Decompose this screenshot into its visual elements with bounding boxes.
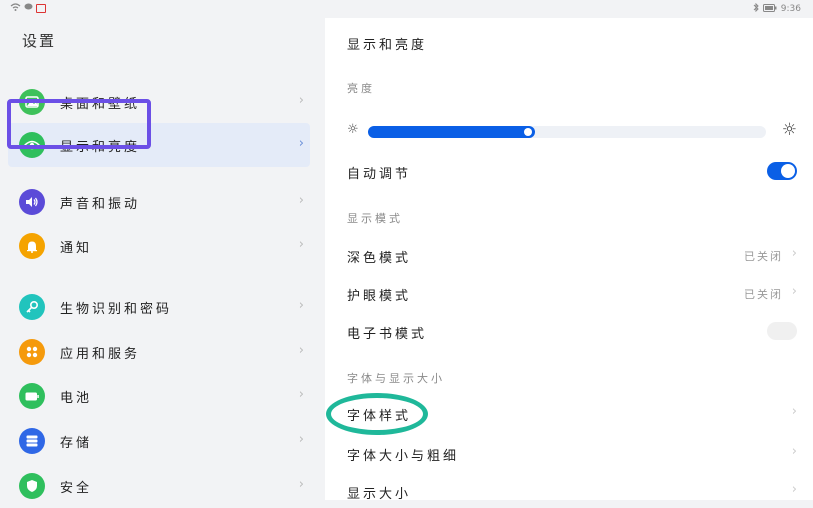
ebook-mode-toggle[interactable] — [767, 322, 797, 340]
sidebar-item-label: 存储 — [60, 436, 93, 451]
auto-adjust-label: 自动调节 — [347, 167, 412, 182]
battery-icon — [19, 383, 45, 409]
section-header-font: 字体与显示大小 — [347, 372, 445, 385]
shield-icon — [19, 473, 45, 499]
eye-comfort-status: 已关闭 — [744, 288, 783, 301]
chevron-right-icon: › — [298, 136, 304, 151]
storage-icon — [19, 428, 45, 454]
chevron-right-icon: › — [298, 477, 304, 492]
dark-mode-status: 已关闭 — [744, 250, 783, 263]
sidebar-item-label: 电池 — [60, 391, 93, 406]
chevron-right-icon: › — [791, 404, 797, 419]
chevron-right-icon: › — [298, 298, 304, 313]
font-size-label: 字体大小与粗细 — [347, 449, 460, 464]
panel-title: 显示和亮度 — [347, 38, 428, 53]
page-title: 设置 — [22, 32, 57, 50]
brightness-slider-fill — [368, 126, 535, 138]
clock: 9:36 — [780, 4, 801, 14]
brightness-control: ☼ ☼ — [347, 120, 797, 140]
display-size-label: 显示大小 — [347, 487, 412, 502]
brightness-slider[interactable] — [368, 126, 766, 138]
ebook-mode-row[interactable]: 电子书模式 — [347, 316, 797, 346]
status-bar: 9:36 — [0, 0, 813, 18]
ebook-mode-label: 电子书模式 — [347, 327, 428, 342]
sidebar-item-label: 应用和服务 — [60, 347, 141, 362]
sidebar-item-label: 通知 — [60, 241, 93, 256]
sidebar-item-security[interactable]: 安全 › — [0, 464, 320, 508]
dark-mode-row[interactable]: 深色模式 已关闭 › — [347, 240, 797, 270]
speaker-icon — [19, 189, 45, 215]
wifi-icon — [10, 3, 21, 14]
sidebar-item-label: 生物识别和密码 — [60, 302, 173, 317]
chevron-right-icon: › — [791, 284, 797, 299]
key-icon — [19, 294, 45, 320]
eye-comfort-row[interactable]: 护眼模式 已关闭 › — [347, 278, 797, 308]
sidebar-item-apps[interactable]: 应用和服务 › — [0, 330, 320, 374]
message-icon — [24, 3, 33, 14]
eye-comfort-label: 护眼模式 — [347, 289, 412, 304]
chevron-right-icon: › — [298, 343, 304, 358]
chevron-right-icon: › — [298, 387, 304, 402]
section-header-display-mode: 显示模式 — [347, 212, 403, 225]
auto-adjust-toggle[interactable] — [767, 162, 797, 180]
sun-small-icon: ☼ — [347, 122, 359, 137]
chevron-right-icon: › — [298, 237, 304, 252]
chevron-right-icon: › — [298, 432, 304, 447]
auto-adjust-row[interactable]: 自动调节 — [347, 156, 797, 186]
dark-mode-label: 深色模式 — [347, 251, 412, 266]
sidebar-item-battery[interactable]: 电池 › — [0, 374, 320, 418]
bluetooth-icon — [753, 2, 759, 15]
section-header-brightness: 亮度 — [347, 82, 375, 95]
selection-highlight — [7, 99, 151, 149]
sidebar-item-storage[interactable]: 存储 › — [0, 419, 320, 463]
sidebar-item-sound[interactable]: 声音和振动 › — [0, 180, 320, 224]
font-size-row[interactable]: 字体大小与粗细 › — [347, 438, 797, 468]
sidebar-item-label: 声音和振动 — [60, 197, 141, 212]
chevron-right-icon: › — [791, 444, 797, 459]
chevron-right-icon: › — [298, 93, 304, 108]
sun-large-icon: ☼ — [781, 120, 797, 140]
sidebar-item-label: 安全 — [60, 481, 93, 496]
bell-icon — [19, 233, 45, 259]
chevron-right-icon: › — [791, 482, 797, 497]
screen-record-icon — [36, 4, 46, 13]
annotation-circle — [326, 393, 428, 435]
apps-icon — [19, 339, 45, 365]
sidebar-item-notifications[interactable]: 通知 › — [0, 224, 320, 268]
display-size-row[interactable]: 显示大小 › — [347, 476, 797, 506]
settings-sidebar: 设置 桌面和壁纸 › 显示和亮度 › 声音和振动 › 通知 › 生物识别和密码 — [0, 18, 325, 500]
brightness-slider-handle[interactable] — [524, 128, 532, 136]
battery-status-icon — [762, 3, 777, 15]
chevron-right-icon: › — [791, 246, 797, 261]
sidebar-item-biometrics[interactable]: 生物识别和密码 › — [0, 285, 320, 329]
chevron-right-icon: › — [298, 193, 304, 208]
